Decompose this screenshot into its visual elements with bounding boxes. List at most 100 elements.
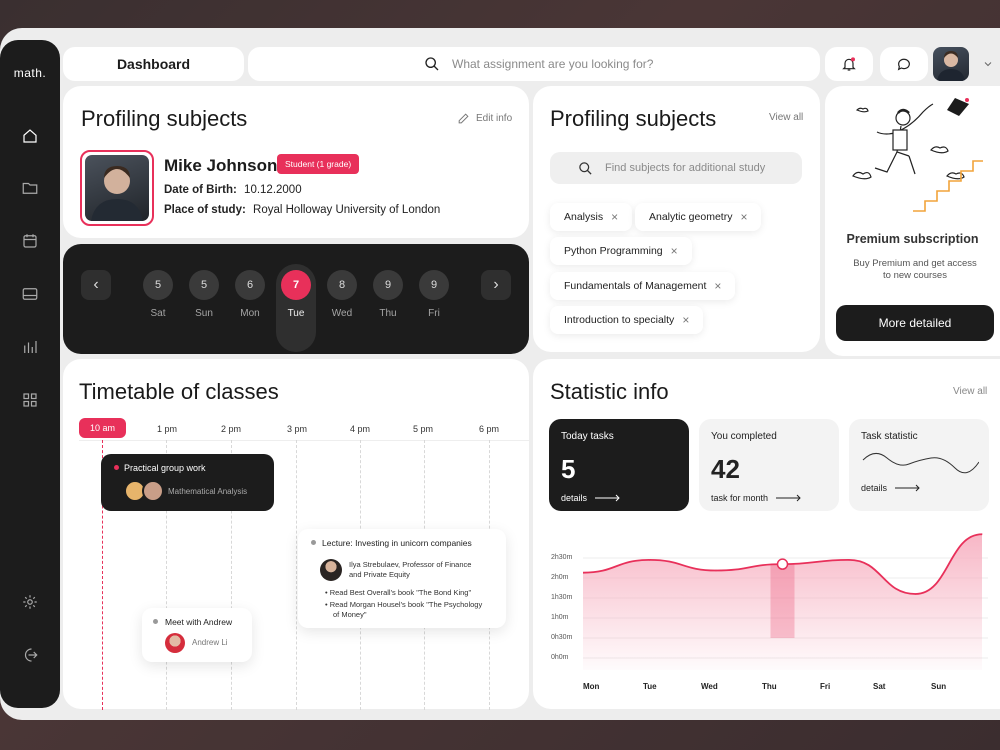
y-tick-label: 2h30m	[551, 554, 573, 561]
x-tick-label: Sat	[873, 682, 886, 691]
home-icon[interactable]	[18, 124, 42, 148]
place-label: Place of study:	[164, 204, 246, 216]
view-all-link[interactable]: View all	[953, 386, 987, 397]
timetable-title: Timetable of classes	[79, 379, 279, 404]
x-tick-label: Wed	[701, 682, 718, 691]
reading-item-cont: of Money"	[333, 610, 367, 619]
subject-search-placeholder: Find subjects for additional study	[605, 162, 766, 174]
user-avatar[interactable]	[933, 47, 969, 81]
day-sun[interactable]: 5	[189, 270, 219, 300]
y-tick-label: 0h0m	[551, 654, 569, 661]
day-label: Tue	[287, 308, 305, 319]
stat-value: 5	[561, 454, 576, 484]
x-tick-label: Sun	[931, 682, 947, 691]
tag-label: Fundamentals of Management	[564, 280, 707, 292]
search-icon	[425, 57, 439, 71]
tag-label: Introduction to specialty	[564, 314, 675, 326]
sidebar: math.	[0, 40, 60, 708]
event-meet[interactable]: Meet with Andrew Andrew Li	[142, 608, 252, 662]
lecturer-name: Ilya Strebulaev, Professor of Finance	[349, 560, 472, 569]
subject-tag[interactable]: Fundamentals of Management ×	[550, 272, 736, 300]
arrow-right-icon	[895, 484, 920, 492]
y-tick-label: 1h30m	[551, 594, 573, 601]
subject-search-input[interactable]: Find subjects for additional study	[550, 152, 802, 184]
subject-tag[interactable]: Analysis ×	[550, 203, 633, 231]
edit-info-button[interactable]: Edit info	[457, 112, 512, 125]
current-hour-marker: 10 am	[79, 418, 126, 438]
card-icon[interactable]	[18, 282, 42, 306]
chart-bar-icon[interactable]	[18, 335, 42, 359]
search-placeholder: What assignment are you looking for?	[452, 57, 654, 71]
hour-label: 1 pm	[157, 424, 178, 434]
premium-title: Premium subscription	[846, 232, 979, 246]
settings-icon[interactable]	[18, 590, 42, 614]
premium-card: Premium subscription Buy Premium and get…	[825, 86, 1000, 356]
event-lecture[interactable]: Lecture: Investing in unicorn companies …	[298, 529, 506, 628]
folder-icon[interactable]	[18, 176, 42, 200]
day-sat[interactable]: 5	[143, 270, 173, 300]
event-title: Lecture: Investing in unicorn companies	[322, 538, 472, 548]
calendar-icon[interactable]	[18, 229, 42, 253]
highlight-point[interactable]	[776, 558, 789, 570]
x-tick-label: Thu	[762, 682, 777, 691]
week-calendar: ‹ › 5 Sat 5 Sun 6 Mon 7 Tue 8 Wed 9 Thu 9 Fri	[63, 244, 529, 354]
next-week-button[interactable]: ›	[481, 270, 511, 300]
day-label: Thu	[379, 308, 397, 319]
day-wed[interactable]: 8	[327, 270, 357, 300]
day-label: Wed	[331, 308, 353, 319]
highlight-column	[770, 564, 795, 638]
prev-week-button[interactable]: ‹	[81, 270, 111, 300]
arrow-right-icon	[776, 494, 801, 502]
subject-tag[interactable]: Analytic geometry ×	[635, 203, 762, 231]
subject-tag[interactable]: Introduction to specialty ×	[550, 306, 704, 334]
chevron-down-icon[interactable]	[982, 57, 994, 75]
day-mon[interactable]: 6	[235, 270, 265, 300]
subjects-title: Profiling subjects	[550, 106, 717, 131]
subjects-card: Profiling subjects View all Find subject…	[533, 86, 820, 352]
y-tick-label: 1h0m	[551, 614, 569, 621]
close-icon[interactable]: ×	[714, 279, 721, 293]
place-value: Royal Holloway University of London	[253, 204, 441, 216]
view-all-link[interactable]: View all	[769, 112, 803, 123]
notification-button[interactable]	[825, 47, 873, 81]
search-icon	[579, 161, 592, 175]
status-badge: Student (1 grade)	[277, 154, 360, 174]
messages-button[interactable]	[880, 47, 928, 81]
close-icon[interactable]: ×	[611, 210, 618, 224]
day-thu[interactable]: 9	[373, 270, 403, 300]
person-name: Andrew Li	[192, 638, 228, 647]
profile-photo	[80, 150, 154, 226]
close-icon[interactable]: ×	[740, 210, 747, 224]
stat-title: You completed	[711, 431, 777, 442]
day-tue[interactable]: 7	[281, 270, 311, 300]
y-tick-label: 2h0m	[551, 574, 569, 581]
event-title: Practical group work	[124, 463, 206, 473]
hour-label: 6 pm	[479, 424, 500, 434]
avatar	[320, 559, 342, 581]
hour-label: 2 pm	[221, 424, 242, 434]
event-practical-group[interactable]: Practical group work Mathematical Analys…	[101, 454, 274, 511]
task-statistic-card[interactable]: Task statistic details	[849, 419, 989, 511]
completed-card[interactable]: You completed 42 task for month	[699, 419, 839, 511]
x-tick-label: Fri	[820, 682, 831, 691]
more-detailed-button[interactable]: More detailed	[836, 305, 994, 341]
hour-label: 4 pm	[350, 424, 371, 434]
subject-tag[interactable]: Python Programming ×	[550, 237, 692, 265]
search-input[interactable]: What assignment are you looking for?	[248, 47, 820, 81]
grid-icon[interactable]	[18, 388, 42, 412]
close-icon[interactable]: ×	[682, 313, 689, 327]
premium-text: Buy Premium and get access	[853, 258, 977, 269]
y-tick-label: 0h30m	[551, 634, 573, 641]
today-tasks-card[interactable]: Today tasks 5 details	[549, 419, 689, 511]
weekly-time-chart	[583, 533, 988, 670]
stat-link: details	[561, 493, 588, 503]
app-logo: math.	[13, 66, 47, 80]
tag-label: Analytic geometry	[649, 211, 733, 223]
logout-icon[interactable]	[18, 643, 42, 667]
bell-icon	[842, 57, 856, 71]
stat-title: Today tasks	[561, 431, 614, 442]
close-icon[interactable]: ×	[671, 244, 678, 258]
arrow-right-icon	[595, 494, 620, 502]
day-fri[interactable]: 9	[419, 270, 449, 300]
day-label: Mon	[240, 308, 260, 319]
